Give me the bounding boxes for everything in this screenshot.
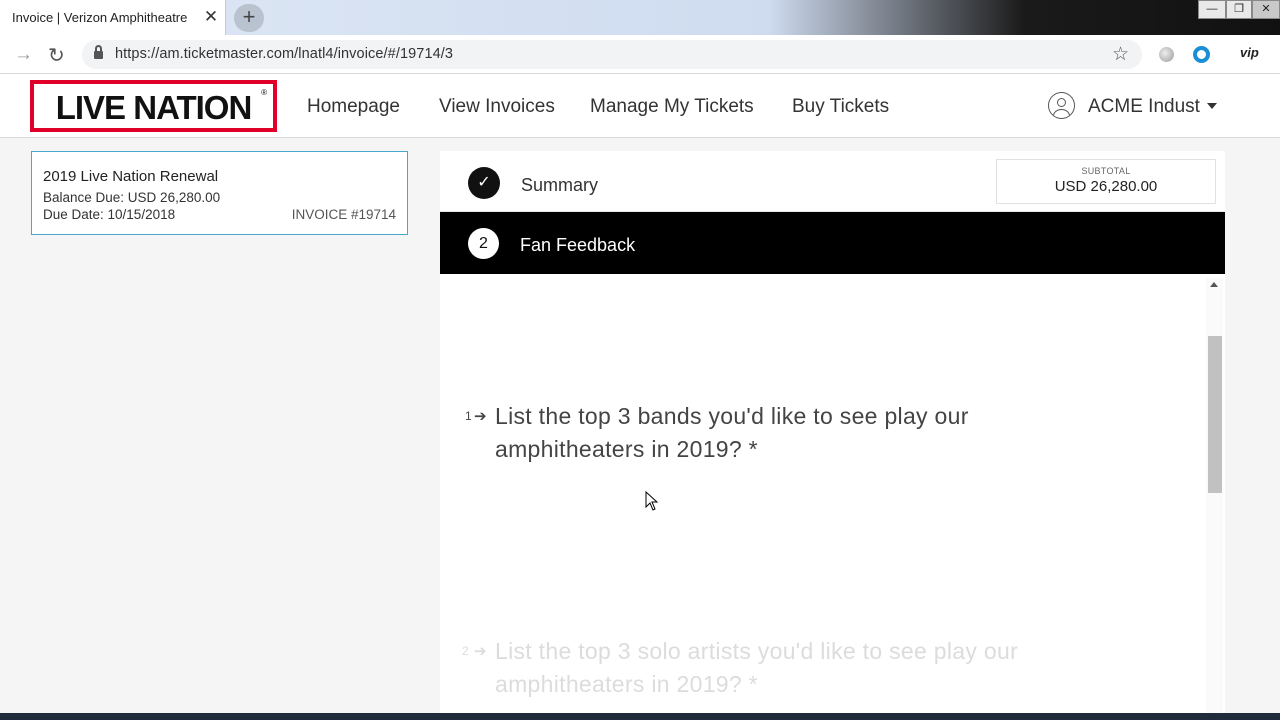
question-number: 2 <box>462 644 469 658</box>
checkmark-icon: ✓ <box>468 167 500 199</box>
window-close-button[interactable]: ✕ <box>1252 0 1280 19</box>
tab-title: Invoice | Verizon Amphitheatre <box>12 10 188 25</box>
nav-buy-tickets[interactable]: Buy Tickets <box>792 96 889 118</box>
step-summary[interactable]: ✓ Summary SUBTOTAL USD 26,280.00 <box>440 151 1225 212</box>
feedback-form: 1 ➔ List the top 3 bands you'd like to s… <box>440 274 1225 720</box>
invoice-card[interactable]: 2019 Live Nation Renewal Balance Due: US… <box>31 151 408 235</box>
subtotal-label: SUBTOTAL <box>1081 166 1131 176</box>
extension-ring-icon[interactable] <box>1193 46 1210 63</box>
scrollbar[interactable] <box>1206 278 1223 720</box>
forward-arrow-icon[interactable]: → <box>14 44 33 66</box>
invoice-due-date: Due Date: 10/15/2018 <box>43 207 176 222</box>
step-fan-feedback[interactable]: 2 Fan Feedback <box>440 212 1225 274</box>
invoice-balance: Balance Due: USD 26,280.00 <box>43 190 221 205</box>
subtotal-value: USD 26,280.00 <box>1054 178 1158 195</box>
browser-tab-bar: Invoice | Verizon Amphitheatre ✕ + — ❐ ✕ <box>0 0 1280 35</box>
os-taskbar <box>0 713 1280 720</box>
live-nation-logo[interactable]: LIVE NATION ® <box>30 80 277 132</box>
browser-tab[interactable]: Invoice | Verizon Amphitheatre ✕ <box>0 0 226 35</box>
question-text: List the top 3 bands you'd like to see p… <box>495 403 969 462</box>
arrow-right-icon: ➔ <box>474 643 487 660</box>
nav-manage-my-tickets[interactable]: Manage My Tickets <box>590 96 754 118</box>
user-avatar-icon[interactable] <box>1048 92 1075 119</box>
tab-close-icon[interactable]: ✕ <box>202 7 220 27</box>
new-tab-button[interactable]: + <box>234 4 264 32</box>
mouse-cursor-icon <box>645 491 659 511</box>
question-text: List the top 3 solo artists you'd like t… <box>495 638 1019 697</box>
scroll-up-arrow-icon[interactable] <box>1210 282 1218 287</box>
bookmark-star-icon[interactable]: ☆ <box>1112 43 1129 66</box>
chevron-down-icon[interactable] <box>1207 103 1217 109</box>
window-minimize-button[interactable]: — <box>1198 0 1226 19</box>
site-header: LIVE NATION ® Homepage View Invoices Man… <box>0 74 1280 138</box>
address-bar[interactable]: https://am.ticketmaster.com/lnatl4/invoi… <box>82 40 1142 69</box>
invoice-steps-panel: ✓ Summary SUBTOTAL USD 26,280.00 2 Fan F… <box>440 151 1225 720</box>
invoice-number: INVOICE #19714 <box>291 207 396 222</box>
reload-icon[interactable]: ↻ <box>48 43 65 68</box>
question-number: 1 <box>465 409 472 423</box>
subtotal-box: SUBTOTAL USD 26,280.00 <box>996 159 1216 204</box>
extension-circle-icon[interactable] <box>1159 47 1174 62</box>
url-text[interactable]: https://am.ticketmaster.com/lnatl4/invoi… <box>115 46 453 62</box>
vip-extension-icon[interactable]: vip <box>1240 45 1259 60</box>
nav-homepage[interactable]: Homepage <box>307 96 400 118</box>
logo-text: LIVE NATION <box>55 89 253 126</box>
browser-toolbar: → ↻ https://am.ticketmaster.com/lnatl4/i… <box>0 35 1280 74</box>
step-number-badge: 2 <box>468 228 499 259</box>
lock-icon <box>94 45 103 60</box>
arrow-right-icon: ➔ <box>474 408 487 425</box>
invoice-title: 2019 Live Nation Renewal <box>43 168 219 185</box>
step-fan-feedback-label: Fan Feedback <box>520 235 636 255</box>
step-summary-label: Summary <box>521 175 599 195</box>
user-menu-name[interactable]: ACME Indust <box>1088 96 1200 118</box>
window-maximize-button[interactable]: ❐ <box>1226 0 1252 19</box>
nav-view-invoices[interactable]: View Invoices <box>439 96 555 118</box>
logo-registered-mark: ® <box>261 88 267 97</box>
scrollbar-thumb[interactable] <box>1208 336 1222 493</box>
